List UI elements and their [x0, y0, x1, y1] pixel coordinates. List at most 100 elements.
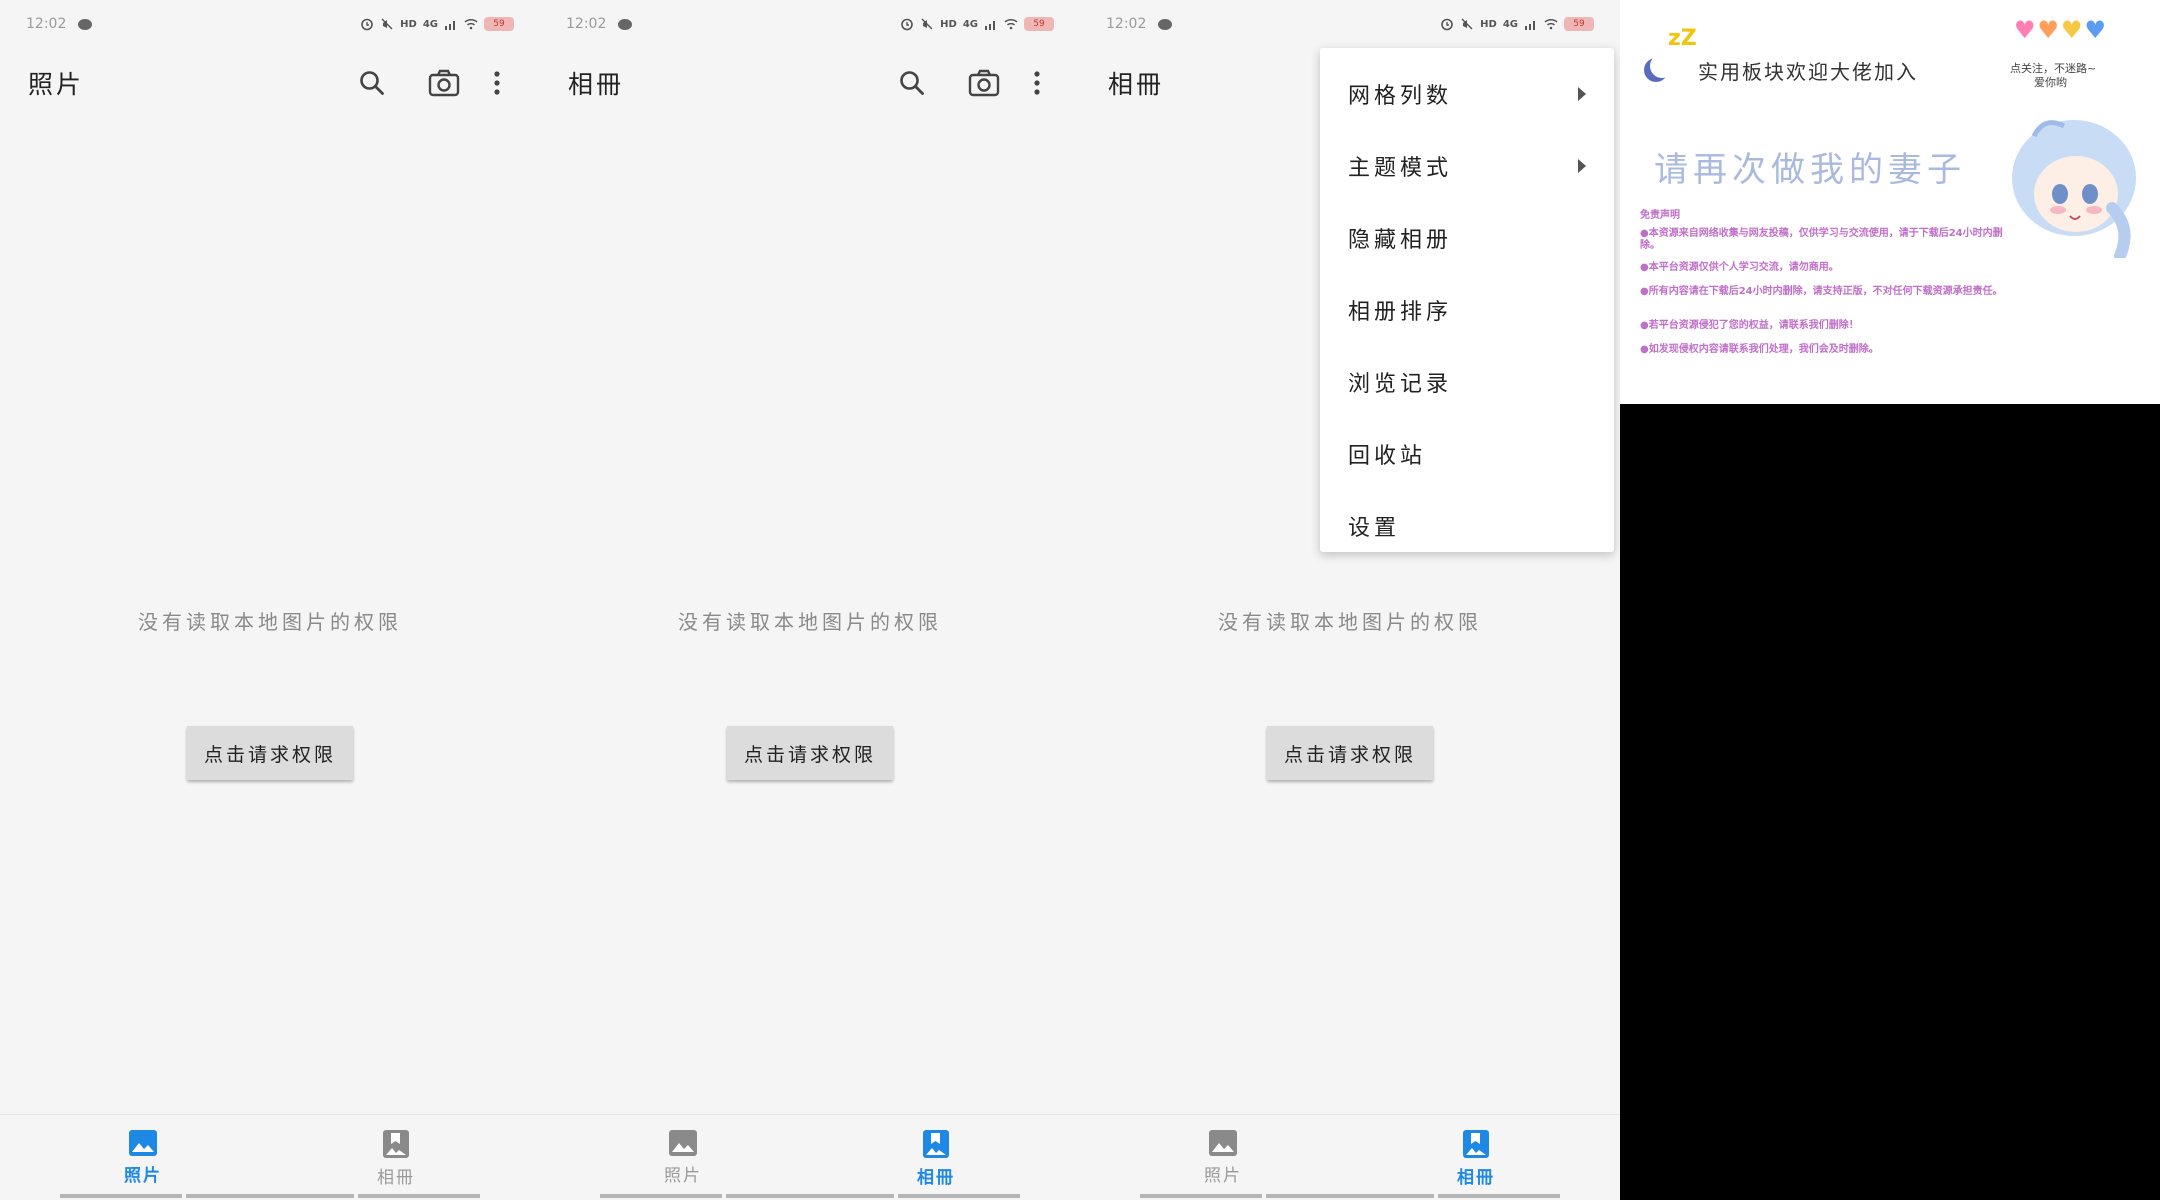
disclaimer-line: ●如发现侵权内容请联系我们处理，我们会及时删除。 [1640, 344, 1879, 355]
sleep-zz-icon: zZ [1668, 26, 1697, 51]
wifi-icon [1544, 18, 1558, 30]
app-bar: 相冊 [540, 58, 1080, 108]
network-indicator: 4G [962, 18, 978, 30]
nav-indicator-left [600, 1194, 722, 1198]
menu-item-label: 隐藏相册 [1348, 228, 1453, 253]
nav-indicator-middle [1266, 1194, 1434, 1198]
request-permission-button[interactable]: 点击请求权限 [187, 726, 353, 780]
wechat-notification-icon [618, 18, 633, 30]
camera-button[interactable] [422, 61, 466, 105]
nav-tab-photos-label: 照片 [1204, 1166, 1242, 1186]
page-title: 相冊 [568, 70, 625, 99]
search-icon [900, 71, 924, 95]
network-indicator: 4G [1502, 18, 1518, 30]
menu-item-settings[interactable]: 设置 [1320, 490, 1614, 562]
no-permission-message: 没有读取本地图片的权限 [678, 610, 942, 634]
mute-icon [1461, 18, 1473, 30]
overflow-menu: 网格列数 主题模式 隐藏相册 相册排序 浏览记录 回收站 设置 [1320, 48, 1614, 552]
status-bar: 12:02 HD 4G 59 [1080, 0, 1620, 48]
mute-icon [381, 18, 393, 30]
nav-tab-photos[interactable]: 照片 [603, 1129, 763, 1189]
battery-indicator: 59 [1024, 17, 1054, 31]
more-vert-icon [494, 71, 500, 95]
status-time: 12:02 [26, 16, 67, 32]
wifi-icon [1004, 18, 1018, 30]
phone-screen-albums: 12:02 HD 4G 59 相冊 没有读取本地图片的权限 点击请求权限 照片 … [540, 0, 1080, 1200]
nav-tab-albums[interactable]: 相冊 [856, 1129, 1016, 1189]
banner-note: 点关注，不迷路~ 爱你哟 [2010, 62, 2096, 90]
camera-button[interactable] [962, 61, 1006, 105]
menu-item-browse-history[interactable]: 浏览记录 [1320, 346, 1614, 418]
page-title: 相冊 [1108, 70, 1165, 99]
more-options-button[interactable] [482, 61, 512, 105]
photo-icon [1209, 1130, 1237, 1156]
phone-screen-photos: 12:02 HD 4G 59 照片 没有读取本地图片的权限 点击请求权限 照片 … [0, 0, 540, 1200]
search-button[interactable] [350, 61, 394, 105]
menu-item-grid-columns[interactable]: 网格列数 [1320, 58, 1614, 130]
signal-icon [445, 21, 455, 30]
nav-tab-photos[interactable]: 照片 [1143, 1129, 1303, 1189]
camera-icon [968, 69, 1000, 97]
battery-indicator: 59 [484, 17, 514, 31]
photo-icon [669, 1130, 697, 1156]
menu-item-label: 网格列数 [1348, 84, 1453, 109]
nav-tab-albums-label: 相冊 [917, 1168, 955, 1188]
nav-indicator-right [358, 1194, 480, 1198]
battery-indicator: 59 [1564, 17, 1594, 31]
no-permission-message: 没有读取本地图片的权限 [138, 610, 402, 634]
promo-banner: zZ 实用板块欢迎大佬加入 ♥♥♥♥ 点关注，不迷路~ 爱你哟 请再次做我的妻子… [1620, 0, 2160, 404]
submenu-arrow-icon [1578, 87, 1586, 101]
nav-indicator-middle [726, 1194, 894, 1198]
menu-item-theme-mode[interactable]: 主题模式 [1320, 130, 1614, 202]
menu-item-recycle-bin[interactable]: 回收站 [1320, 418, 1614, 490]
disclaimer-line: ●若平台资源侵犯了您的权益，请联系我们删除！ [1640, 320, 1859, 331]
menu-item-album-sort[interactable]: 相册排序 [1320, 274, 1614, 346]
app-bar-actions [322, 61, 512, 105]
banner-note-line1: 点关注，不迷路~ [2010, 62, 2097, 75]
search-button[interactable] [890, 61, 934, 105]
hd-indicator: HD [940, 18, 957, 30]
nav-tab-albums[interactable]: 相冊 [1396, 1129, 1556, 1189]
wifi-icon [464, 18, 478, 30]
nav-tab-albums[interactable]: 相冊 [316, 1129, 476, 1189]
app-bar: 照片 [0, 58, 540, 108]
nav-tab-photos-label: 照片 [664, 1166, 702, 1186]
banner-note-line2: 爱你哟 [2034, 76, 2067, 89]
wechat-notification-icon [78, 18, 93, 30]
mute-icon [921, 18, 933, 30]
page-title: 照片 [28, 70, 85, 99]
bottom-navigation: 照片 相冊 [1080, 1114, 1620, 1200]
request-permission-button[interactable]: 点击请求权限 [727, 726, 893, 780]
submenu-arrow-icon [1578, 159, 1586, 173]
signal-icon [985, 21, 995, 30]
alarm-icon [1441, 18, 1453, 31]
nav-tab-albums-label: 相冊 [1457, 1168, 1495, 1188]
hd-indicator: HD [400, 18, 417, 30]
hd-indicator: HD [1480, 18, 1497, 30]
disclaimer-line: ●本平台资源仅供个人学习交流，请勿商用。 [1640, 262, 1839, 273]
app-bar-actions [862, 61, 1052, 105]
request-permission-button[interactable]: 点击请求权限 [1267, 726, 1433, 780]
more-options-button[interactable] [1022, 61, 1052, 105]
nav-indicator-left [60, 1194, 182, 1198]
network-indicator: 4G [422, 18, 438, 30]
nav-indicator-right [1438, 1194, 1560, 1198]
wechat-notification-icon [1158, 18, 1173, 30]
bottom-navigation: 照片 相冊 [540, 1114, 1080, 1200]
nav-tab-photos[interactable]: 照片 [63, 1129, 223, 1189]
alarm-icon [901, 18, 913, 31]
nav-tab-albums-label: 相冊 [377, 1168, 415, 1188]
status-bar: 12:02 HD 4G 59 [0, 0, 540, 48]
photo-icon [129, 1130, 157, 1156]
signal-icon [1525, 21, 1535, 30]
status-bar: 12:02 HD 4G 59 [540, 0, 1080, 48]
menu-item-label: 主题模式 [1348, 156, 1453, 181]
no-permission-message: 没有读取本地图片的权限 [1218, 610, 1482, 634]
nav-indicator-left [1140, 1194, 1262, 1198]
nav-tab-photos-label: 照片 [124, 1166, 162, 1186]
banner-big-line: 请再次做我的妻子 [1654, 150, 1966, 190]
camera-icon [428, 69, 460, 97]
alarm-icon [361, 18, 373, 31]
disclaimer-line: ●所有内容请在下载后24小时内删除，请支持正版，不对任何下载资源承担责任。 [1640, 286, 2003, 297]
menu-item-hidden-albums[interactable]: 隐藏相册 [1320, 202, 1614, 274]
